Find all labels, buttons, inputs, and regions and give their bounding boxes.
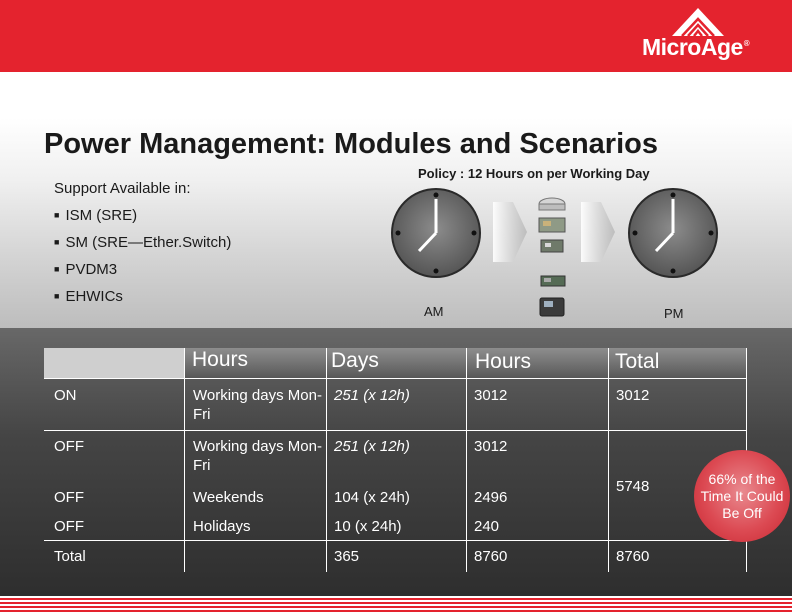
footer-total: 8760 — [616, 548, 650, 565]
schedule-diagram — [391, 188, 718, 317]
am-label: AM — [424, 304, 444, 319]
footer-days: 365 — [334, 548, 360, 565]
support-item: ■ EHWICs — [54, 288, 123, 305]
row-days: 104 (x 24h) — [334, 489, 410, 506]
row-hours: 3012 — [474, 438, 508, 455]
row-total: 3012 — [616, 387, 650, 404]
slide-title: Power Management: Modules and Scenarios — [44, 128, 658, 160]
row-state: ON — [54, 387, 77, 404]
header-days: Days — [331, 349, 379, 372]
bottom-stripe — [0, 596, 792, 612]
clock-pm-icon — [628, 188, 718, 278]
ip-phone-icon — [539, 297, 565, 317]
table-header-cell — [44, 348, 184, 378]
row-state: OFF — [54, 518, 84, 535]
table-divider — [44, 430, 746, 431]
row-hours: 2496 — [474, 489, 508, 506]
row-state: OFF — [54, 489, 84, 506]
off-total: 5748 — [616, 478, 650, 495]
module-card-icon — [538, 217, 566, 233]
arrow-right-icon — [493, 202, 527, 262]
header-total: Total — [615, 350, 660, 373]
row-hours: 3012 — [474, 387, 508, 404]
table-divider — [184, 348, 185, 572]
brand-banner: MicroAge® — [0, 0, 792, 72]
pm-label: PM — [664, 306, 684, 321]
row-period: Holidays — [193, 518, 251, 535]
wic-card-icon — [540, 275, 566, 287]
header-hours: Hours — [192, 348, 249, 371]
support-item: ■ ISM (SRE) — [54, 207, 138, 224]
header-hours-total: Hours — [475, 350, 532, 373]
mountain-logo-icon — [672, 8, 724, 36]
support-item: ■ PVDM3 — [54, 261, 118, 278]
table-divider — [44, 540, 746, 541]
support-heading: Support Available in: — [54, 180, 191, 197]
brand-logo: MicroAge® — [642, 34, 750, 60]
table-divider — [44, 378, 746, 379]
router-icon — [538, 197, 566, 211]
row-period: Weekends — [193, 489, 264, 506]
table-divider — [326, 348, 327, 572]
table-divider — [466, 348, 467, 572]
dsp-card-icon — [540, 239, 564, 253]
row-period: Working days Mon-Fri — [193, 438, 322, 474]
row-state: OFF — [54, 438, 84, 455]
support-list: ■ ISM (SRE) ■ SM (SRE—Ether.Switch) ■ PVDM3… — [54, 206, 231, 314]
table-divider — [608, 348, 609, 572]
row-days: 251 (x 12h) — [334, 387, 410, 404]
scenario-table: Hours Days Hours Total ON Working days M… — [44, 348, 747, 572]
row-hours: 240 — [474, 518, 500, 535]
table-header-band — [184, 348, 746, 378]
arrow-right-icon — [581, 202, 615, 262]
row-period: Working days Mon-Fri — [193, 387, 322, 423]
row-days: 10 (x 24h) — [334, 518, 402, 535]
policy-label: Policy : 12 Hours on per Working Day — [418, 166, 650, 181]
footer-hours: 8760 — [474, 548, 508, 565]
support-item: ■ SM (SRE—Ether.Switch) — [54, 234, 232, 251]
footer-label: Total — [54, 548, 86, 565]
row-days: 251 (x 12h) — [334, 438, 410, 455]
clock-am-icon — [391, 188, 481, 278]
savings-callout: 66% of the Time It Could Be Off — [694, 450, 790, 542]
